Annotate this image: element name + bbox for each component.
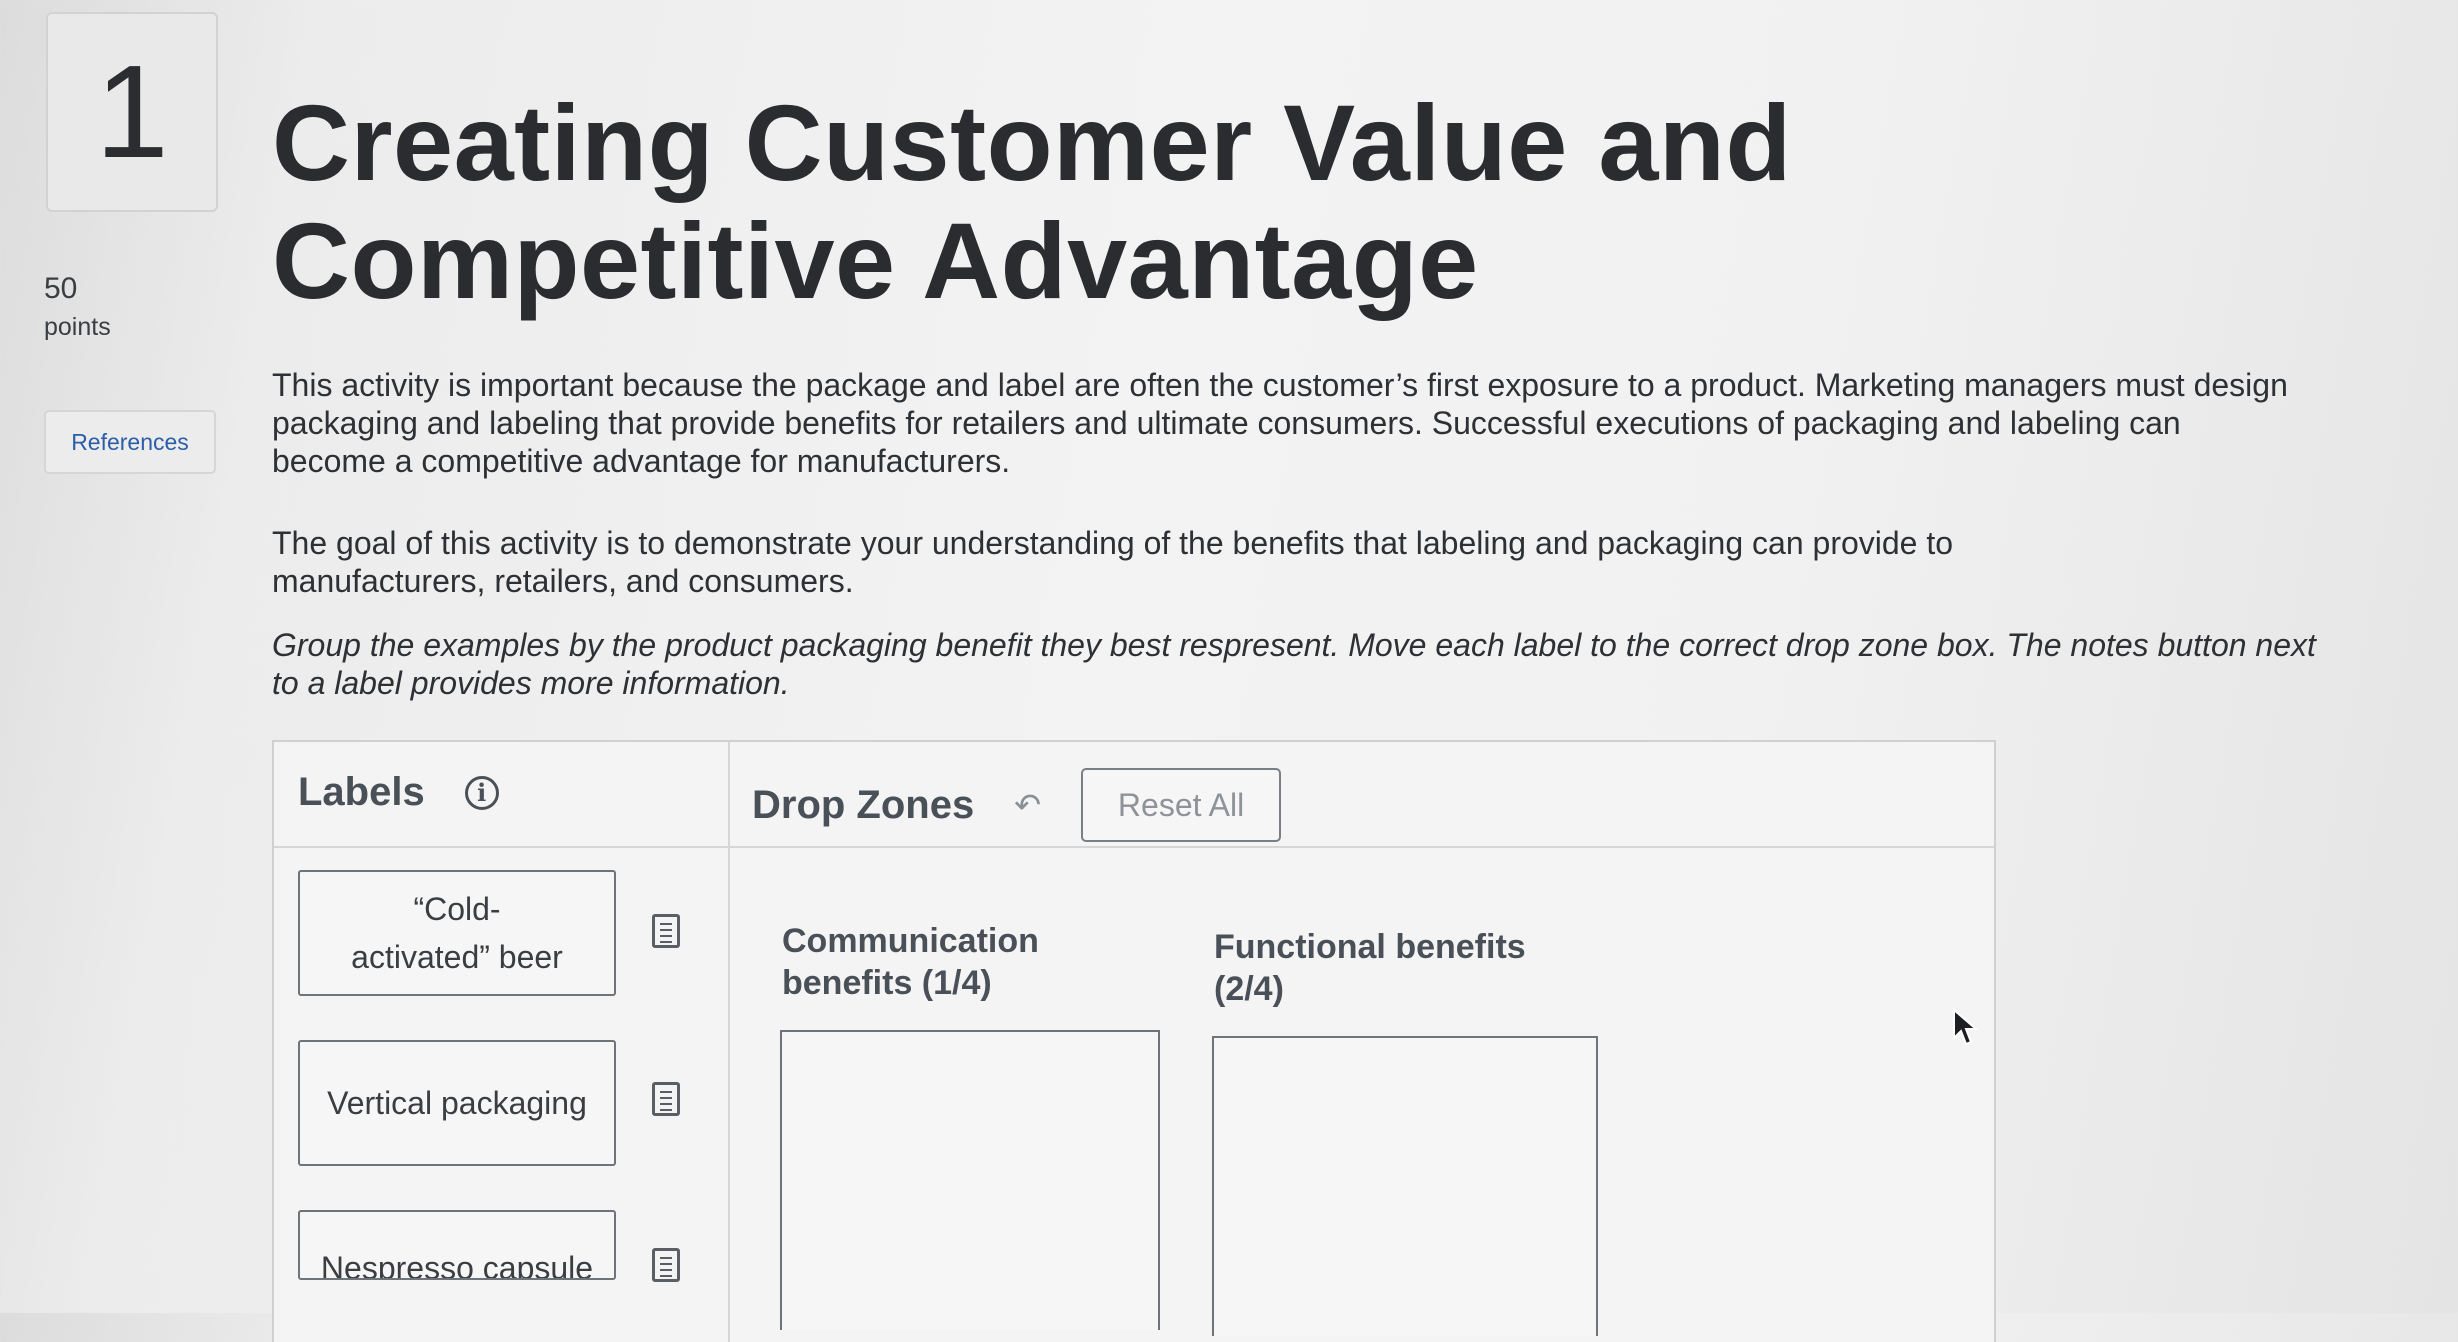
instructions-paragraph: Group the examples by the product packag… xyxy=(272,627,2316,701)
label-text: “Cold-activated” beer xyxy=(351,891,563,975)
drop-zones-header: Drop Zones ↶ Reset All xyxy=(752,768,1282,842)
labels-title: Labels xyxy=(298,770,425,814)
drag-drop-activity: Labels i Drop Zones ↶ Reset All “Cold-ac… xyxy=(272,740,1996,1342)
page-title: Creating Customer Value and Competitive … xyxy=(272,82,1792,321)
question-number-box: 1 xyxy=(46,12,218,212)
notes-icon[interactable] xyxy=(652,914,680,948)
draggable-label[interactable]: Nespresso capsule xyxy=(298,1210,616,1280)
points-label: points xyxy=(44,313,111,341)
draggable-label[interactable]: Vertical packaging xyxy=(298,1040,616,1166)
label-text: Nespresso capsule xyxy=(320,1250,594,1280)
labels-header: Labels i xyxy=(298,770,499,815)
header-divider xyxy=(274,846,1994,848)
question-number: 1 xyxy=(95,38,169,185)
notes-icon[interactable] xyxy=(652,1082,680,1116)
drop-zones-title: Drop Zones xyxy=(752,782,975,827)
column-divider xyxy=(728,742,730,1342)
notes-icon[interactable] xyxy=(652,1248,680,1282)
drop-zone-functional[interactable] xyxy=(1212,1036,1598,1336)
intro-paragraph: This activity is important because the p… xyxy=(272,367,2288,479)
reset-all-button[interactable]: Reset All xyxy=(1081,768,1282,842)
goal-paragraph: The goal of this activity is to demonstr… xyxy=(272,525,1954,599)
points-value: 50 xyxy=(44,272,78,305)
drop-zone-communication[interactable] xyxy=(780,1030,1160,1330)
references-button[interactable]: References xyxy=(44,410,216,474)
draggable-label[interactable]: “Cold-activated” beer xyxy=(298,870,616,996)
info-icon[interactable]: i xyxy=(464,775,499,810)
undo-icon[interactable]: ↶ xyxy=(1014,786,1041,824)
drop-zone-title: Communication benefits (1/4) xyxy=(782,922,1039,1002)
label-text: Vertical packaging xyxy=(327,1085,587,1121)
drop-zone-title: Functional benefits (2/4) xyxy=(1214,928,1526,1008)
